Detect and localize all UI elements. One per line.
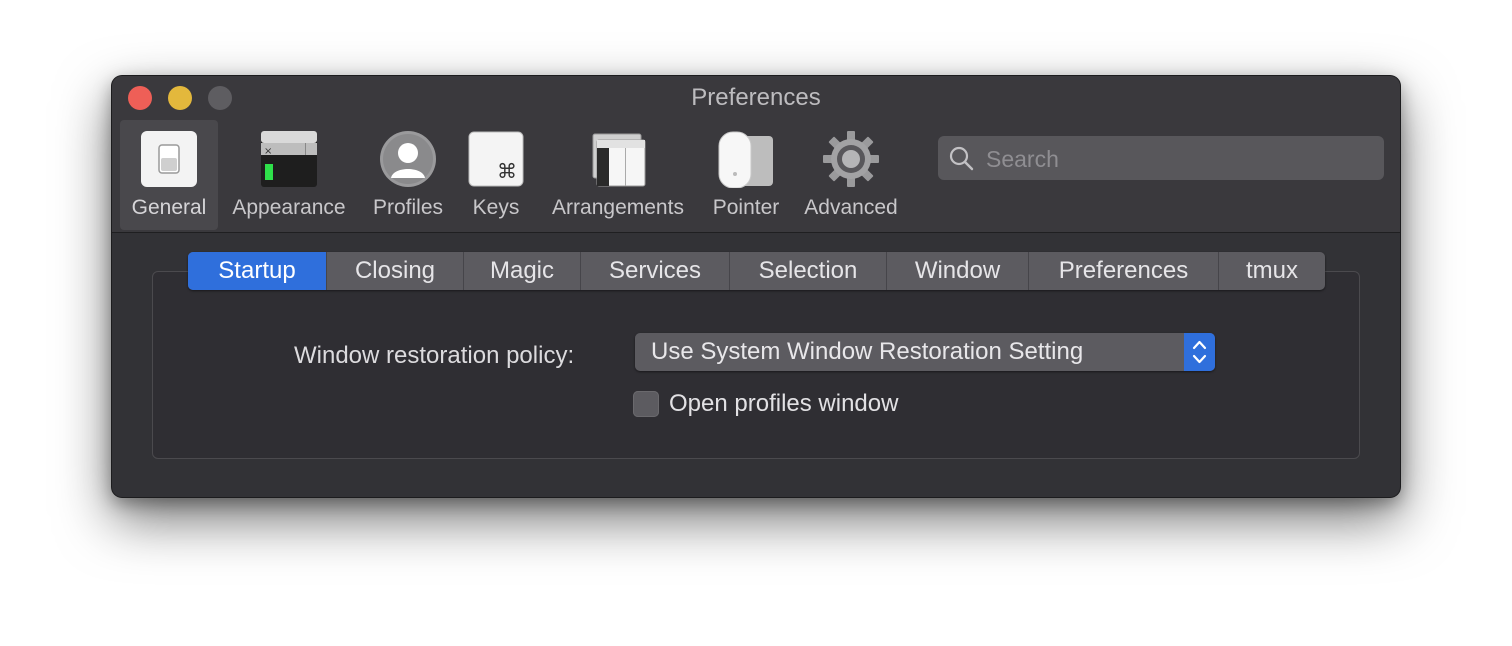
toolbar-label-general: General xyxy=(131,196,207,219)
toolbar-item-general[interactable]: General xyxy=(120,120,218,230)
chevron-up-down-icon xyxy=(1192,340,1207,364)
toolbar-label-keys: Keys xyxy=(472,196,520,219)
preferences-window: Preferences General × Appearance Profile… xyxy=(112,76,1400,497)
tab-tmux[interactable]: tmux xyxy=(1218,252,1325,290)
toolbar-item-appearance[interactable]: × Appearance xyxy=(224,120,354,230)
toolbar-item-pointer[interactable]: Pointer xyxy=(702,120,790,230)
terminal-window-icon: × xyxy=(261,131,317,187)
tab-window[interactable]: Window xyxy=(886,252,1028,290)
tab-preferences[interactable]: Preferences xyxy=(1028,252,1218,290)
restoration-policy-label: Window restoration policy: xyxy=(294,342,575,369)
command-key-icon: ⌘ xyxy=(468,131,524,187)
svg-text:×: × xyxy=(264,146,272,157)
window-title: Preferences xyxy=(691,84,821,111)
svg-text:⌘: ⌘ xyxy=(497,159,517,183)
user-silhouette-icon xyxy=(380,131,436,187)
tab-bar: Startup Closing Magic Services Selection… xyxy=(188,252,1325,290)
toolbar-label-pointer: Pointer xyxy=(712,196,780,219)
gear-icon xyxy=(823,131,879,187)
toolbar-item-profiles[interactable]: Profiles xyxy=(362,120,454,230)
tab-closing[interactable]: Closing xyxy=(326,252,463,290)
mouse-icon xyxy=(718,131,773,188)
toolbar-item-arrangements[interactable]: Arrangements xyxy=(540,120,696,230)
search-input[interactable] xyxy=(984,136,1378,182)
toolbar-label-advanced: Advanced xyxy=(804,196,898,219)
window-arrangement-icon xyxy=(592,133,646,187)
toolbar-label-arrangements: Arrangements xyxy=(552,196,684,219)
select-stepper xyxy=(1184,333,1215,371)
search-field[interactable] xyxy=(938,136,1384,182)
toolbar-item-advanced[interactable]: Advanced xyxy=(796,120,906,230)
toolbar-label-profiles: Profiles xyxy=(372,196,444,219)
title-bar: Preferences General × Appearance Profile… xyxy=(112,76,1400,233)
open-profiles-checkbox[interactable] xyxy=(633,391,659,417)
restoration-policy-select[interactable]: Use System Window Restoration Setting xyxy=(635,333,1215,371)
open-profiles-label[interactable]: Open profiles window xyxy=(669,390,898,418)
tab-services[interactable]: Services xyxy=(580,252,729,290)
toolbar-label-appearance: Appearance xyxy=(232,196,346,219)
switch-icon xyxy=(141,131,197,187)
tab-selection[interactable]: Selection xyxy=(729,252,886,290)
tab-magic[interactable]: Magic xyxy=(463,252,580,290)
tab-startup[interactable]: Startup xyxy=(188,252,326,290)
search-icon xyxy=(949,146,974,171)
toolbar-item-keys[interactable]: ⌘ Keys xyxy=(458,120,534,230)
restoration-policy-value: Use System Window Restoration Setting xyxy=(651,338,1084,365)
